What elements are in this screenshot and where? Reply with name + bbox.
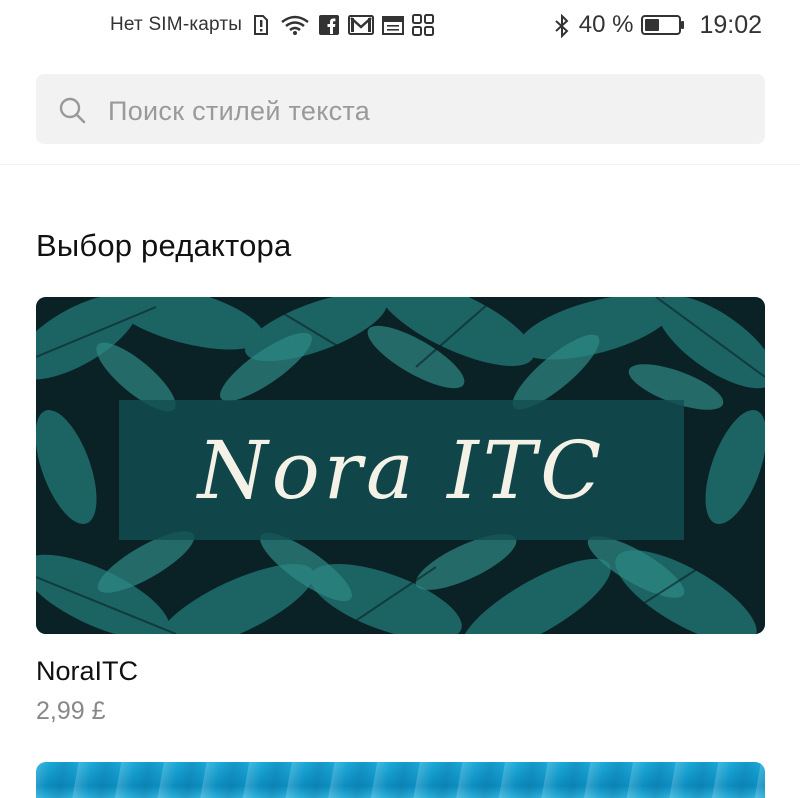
search-input[interactable]: Поиск стилей текста <box>36 74 765 144</box>
search-icon <box>58 96 86 124</box>
clock: 19:02 <box>699 10 762 39</box>
water-texture <box>36 762 765 798</box>
carrier-label: Нет SIM-карты <box>110 14 243 35</box>
status-bar: Нет SIM-карты 40 % 19:02 <box>0 0 800 52</box>
gmail-icon <box>348 14 375 36</box>
apps-icon <box>412 14 435 36</box>
next-font-banner[interactable] <box>36 762 765 798</box>
divider <box>0 164 800 165</box>
battery-icon <box>641 14 685 36</box>
battery-percent: 40 % <box>578 11 634 38</box>
font-name[interactable]: NoraITC <box>36 656 138 687</box>
font-banner[interactable]: Nora ITC <box>36 297 765 634</box>
status-left: Нет SIM-карты <box>110 10 435 40</box>
search-placeholder: Поиск стилей текста <box>108 96 371 126</box>
font-price: 2,99 £ <box>36 697 106 725</box>
status-right: 40 % 19:02 <box>553 10 762 40</box>
wifi-icon <box>280 14 310 36</box>
bluetooth-icon <box>553 13 571 39</box>
calendar-icon <box>382 14 405 36</box>
facebook-icon <box>318 14 340 36</box>
banner-title: Nora ITC <box>197 423 606 517</box>
banner-panel: Nora ITC <box>119 400 684 540</box>
sim-alert-icon <box>250 14 272 36</box>
section-title: Выбор редактора <box>36 228 292 263</box>
